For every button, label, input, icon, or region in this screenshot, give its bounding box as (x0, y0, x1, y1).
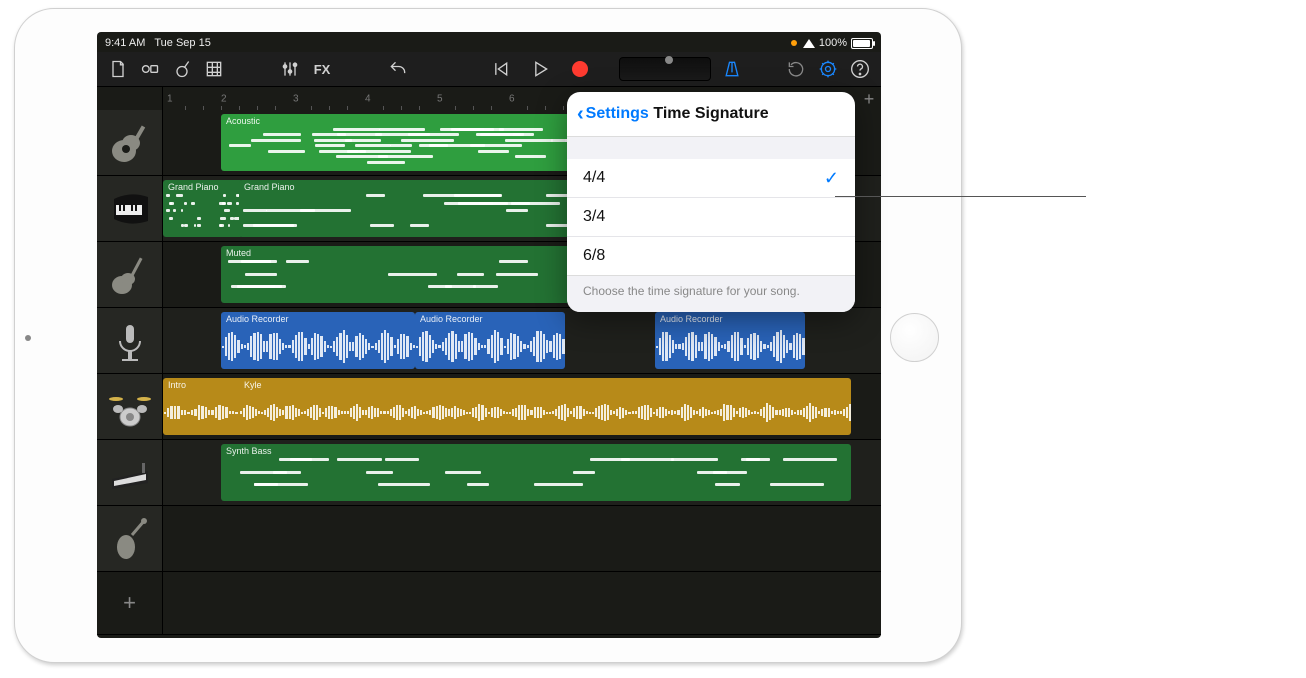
time-signature-option[interactable]: 3/4 (567, 198, 855, 237)
fx-button[interactable]: FX (311, 58, 333, 80)
home-button[interactable] (890, 313, 939, 362)
time-signature-popover: ‹ Settings Time Signature 4/4 ✓ 3/4 6/8 Cho… (567, 92, 855, 312)
battery-icon (851, 38, 873, 49)
track-instrument-synth[interactable] (97, 440, 163, 505)
wifi-icon (803, 39, 815, 48)
ruler-mark: 1 (167, 94, 173, 105)
region-label: Grand Piano (244, 182, 295, 192)
callout-line (835, 196, 1086, 197)
region[interactable]: Synth Bass (221, 444, 851, 501)
track-row[interactable]: Audio Recorder Audio Recorder Audio Record… (97, 308, 881, 374)
track-instrument-drums[interactable] (97, 374, 163, 439)
go-to-start-button[interactable] (489, 58, 511, 80)
status-date: Tue Sep 15 (154, 37, 210, 49)
region[interactable]: Intro (163, 378, 245, 435)
region-label: Kyle (244, 380, 262, 390)
play-button[interactable] (529, 58, 551, 80)
lcd-display[interactable] (619, 57, 711, 81)
track-instrument-mic[interactable] (97, 308, 163, 373)
tracks-view-button[interactable] (203, 58, 225, 80)
time-signature-option[interactable]: 6/8 (567, 237, 855, 276)
track-lane[interactable]: Intro Kyle (163, 374, 881, 439)
popover-title: Time Signature (653, 105, 768, 123)
region-label: Audio Recorder (660, 314, 723, 324)
ruler-mark: 6 (509, 94, 515, 105)
track-lane[interactable]: Audio Recorder Audio Recorder Audio Record… (163, 308, 881, 373)
track-row[interactable]: Synth Bass (97, 440, 881, 506)
add-section-button[interactable]: + (857, 87, 881, 111)
ipad-side-button (25, 335, 31, 341)
track-controls-button[interactable] (279, 58, 301, 80)
region[interactable]: Audio Recorder (415, 312, 565, 369)
status-time: 9:41 AM (105, 37, 145, 49)
region-label: Audio Recorder (226, 314, 289, 324)
popover-footnote: Choose the time signature for your song. (567, 276, 855, 312)
metronome-button[interactable] (721, 58, 743, 80)
add-track-button[interactable]: + (97, 572, 163, 634)
region[interactable]: Audio Recorder (221, 312, 415, 369)
region-label: Intro (168, 380, 186, 390)
recording-indicator-dot (791, 40, 797, 46)
region-label: Synth Bass (226, 446, 272, 456)
checkmark-icon: ✓ (824, 168, 839, 189)
record-button[interactable] (569, 58, 591, 80)
track-row[interactable] (97, 506, 881, 572)
track-instrument-bass-guitar[interactable] (97, 242, 163, 307)
instrument-button[interactable] (171, 58, 193, 80)
track-lane[interactable] (163, 506, 881, 571)
region[interactable]: Grand Piano (163, 180, 243, 237)
region-label: Acoustic (226, 116, 260, 126)
region-label: Muted (226, 248, 251, 258)
toolbar: FX (97, 52, 881, 87)
transport (489, 58, 591, 80)
ruler-mark: 3 (293, 94, 299, 105)
ruler-mark: 4 (365, 94, 371, 105)
option-label: 4/4 (583, 169, 605, 187)
track-row[interactable]: Intro Kyle (97, 374, 881, 440)
track-lane[interactable]: Synth Bass (163, 440, 881, 505)
undo-button[interactable] (387, 58, 409, 80)
help-button[interactable] (849, 58, 871, 80)
track-instrument-guitar[interactable] (97, 110, 163, 175)
option-label: 6/8 (583, 247, 605, 265)
ruler-mark: 2 (221, 94, 227, 105)
my-songs-button[interactable] (107, 58, 129, 80)
time-signature-option[interactable]: 4/4 ✓ (567, 159, 855, 198)
region[interactable]: Audio Recorder (655, 312, 805, 369)
settings-button[interactable] (817, 58, 839, 80)
playhead-knob-icon (665, 56, 673, 64)
popover-back-label: Settings (586, 105, 649, 123)
popover-back-button[interactable]: ‹ Settings (577, 92, 649, 136)
chevron-left-icon: ‹ (577, 104, 584, 124)
status-bar: 9:41 AM Tue Sep 15 100% (97, 32, 881, 52)
ruler-mark: 5 (437, 94, 443, 105)
battery-percent: 100% (819, 37, 847, 49)
option-label: 3/4 (583, 208, 605, 226)
region[interactable]: Kyle (239, 378, 851, 435)
region-label: Audio Recorder (420, 314, 483, 324)
track-instrument-strings[interactable] (97, 506, 163, 571)
loop-browser-button[interactable] (785, 58, 807, 80)
track-instrument-piano[interactable] (97, 176, 163, 241)
browser-button[interactable] (139, 58, 161, 80)
region-label: Grand Piano (168, 182, 219, 192)
